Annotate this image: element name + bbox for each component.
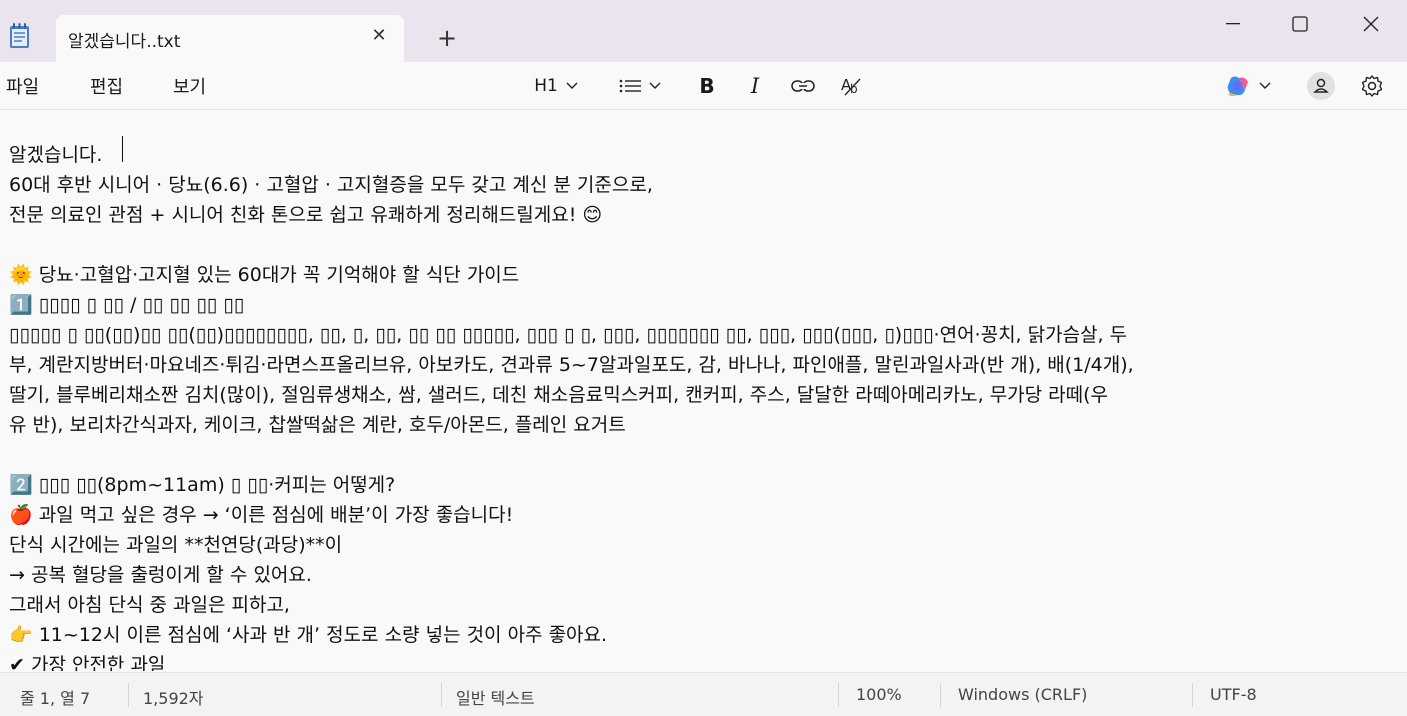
- text-line: [9, 230, 1399, 260]
- settings-icon[interactable]: [1358, 70, 1386, 102]
- maximize-icon[interactable]: [1277, 6, 1323, 42]
- text-line: 단식 시간에는 과일의 **천연당(과당)**이: [9, 534, 343, 556]
- clear-formatting-icon[interactable]: A b: [838, 70, 866, 102]
- close-icon[interactable]: [1348, 6, 1394, 42]
- zoom-level[interactable]: 100%: [856, 685, 902, 704]
- minimize-icon[interactable]: [1210, 6, 1256, 42]
- tab-title: 알겠습니다..txt: [68, 32, 181, 52]
- menu-edit[interactable]: 편집: [90, 73, 123, 99]
- menu-view[interactable]: 보기: [173, 73, 206, 99]
- text-line: 60대 후반 시니어 · 당뇨(6.6) · 고혈압 · 고지혈증을 모두 갖고…: [9, 174, 653, 196]
- character-count: 1,592자: [143, 689, 204, 708]
- menu-toolbar: 파일 편집 보기 H1 B I A b: [0, 62, 1407, 110]
- text-line: 부, 계란지방버터·마요네즈·튀김·라면스프올리브유, 아보카도, 견과류 5~…: [9, 354, 1134, 376]
- line-ending[interactable]: Windows (CRLF): [958, 685, 1087, 704]
- close-icon[interactable]: ✕: [366, 23, 392, 49]
- text-editor[interactable]: 알겠습니다. 60대 후반 시니어 · 당뇨(6.6) · 고혈압 · 고지혈증을…: [0, 111, 1407, 671]
- text-line: [9, 440, 1399, 470]
- italic-icon[interactable]: I: [742, 70, 768, 102]
- text-line: 그래서 아침 단식 중 과일은 피하고,: [9, 594, 290, 616]
- document-tab[interactable]: 알겠습니다..txt ✕: [56, 15, 404, 62]
- text-line: 🌞 당뇨·고혈압·고지혈 있는 60대가 꼭 기억해야 할 식단 가이드: [9, 264, 520, 286]
- copilot-icon: [1227, 76, 1248, 97]
- cursor-position: 줄 1, 열 7: [20, 689, 91, 708]
- chevron-down-icon: [566, 82, 578, 89]
- plus-icon[interactable]: +: [432, 24, 462, 54]
- notepad-icon: [8, 22, 32, 50]
- status-bar: 줄 1, 열 7 1,592자 일반 텍스트 100% Windows (CRL…: [0, 672, 1407, 716]
- text-line: 1️⃣ ▯▯▯▯ ▯ ▯▯ / ▯▯ ▯▯ ▯▯ ▯▯: [9, 294, 245, 316]
- list-dropdown[interactable]: [614, 70, 666, 102]
- text-line: → 공복 혈당을 출렁이게 할 수 있어요.: [9, 564, 312, 586]
- chevron-down-icon: [1259, 82, 1271, 89]
- text-caret: [122, 136, 123, 162]
- text-line: 2️⃣ ▯▯▯ ▯▯(8pm~11am) ▯ ▯▯·커피는 어떻게?: [9, 474, 396, 496]
- list-icon: [619, 79, 641, 93]
- file-format[interactable]: 일반 텍스트: [456, 685, 535, 709]
- text-line: 전문 의료인 관점 + 시니어 친화 톤으로 쉽고 유쾌하게 정리해드릴게요! …: [9, 204, 603, 226]
- text-line: 🍎 과일 먹고 싶은 경우 → ‘이른 점심에 배분’이 가장 좋습니다!: [9, 504, 514, 526]
- title-bar: 알겠습니다..txt ✕ +: [0, 0, 1407, 62]
- text-line: 👉 11~12시 이른 점심에 ‘사과 반 개’ 정도로 소량 넣는 것이 아주…: [9, 624, 608, 646]
- heading-dropdown[interactable]: H1: [528, 70, 584, 102]
- text-line: 딸기, 블루베리채소짠 김치(많이), 절임류생채소, 쌈, 샐러드, 데친 채…: [9, 384, 1109, 406]
- text-line: ✔ 가장 안전한 과일: [9, 654, 166, 671]
- account-icon[interactable]: [1305, 70, 1337, 102]
- chevron-down-icon: [649, 82, 661, 89]
- text-line: 알겠습니다.: [9, 144, 103, 166]
- text-line: ▯▯▯▯▯ ▯ ▯▯(▯▯)▯▯ ▯▯(▯▯)▯▯▯▯▯▯▯▯, ▯▯, ▯, …: [9, 324, 1128, 346]
- document-text[interactable]: 알겠습니다. 60대 후반 시니어 · 당뇨(6.6) · 고혈압 · 고지혈증을…: [9, 140, 1399, 671]
- menu-file[interactable]: 파일: [6, 73, 39, 99]
- bold-icon[interactable]: B: [694, 70, 720, 102]
- heading-label: H1: [534, 76, 558, 96]
- copilot-button[interactable]: [1218, 70, 1278, 102]
- text-line: 유 반), 보리차간식과자, 케이크, 찹쌀떡삶은 계란, 호두/아몬드, 플레…: [9, 414, 626, 436]
- link-icon[interactable]: [789, 70, 817, 102]
- encoding[interactable]: UTF-8: [1210, 685, 1257, 704]
